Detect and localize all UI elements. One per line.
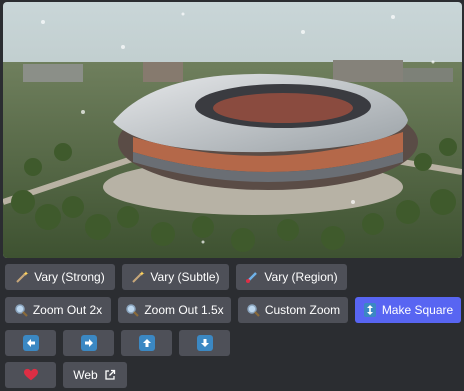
web-link-button[interactable]: Web xyxy=(63,362,127,388)
make-square-label: Make Square xyxy=(381,303,454,317)
pan-left-button[interactable] xyxy=(5,330,56,356)
vary-strong-button[interactable]: ✦ Vary (Strong) xyxy=(5,264,115,290)
vary-subtle-label: Vary (Subtle) xyxy=(150,270,220,284)
vary-buttons-row: ✦ Vary (Strong) ✦ Vary (Subtle) Vary (Re… xyxy=(5,264,347,290)
custom-zoom-label: Custom Zoom xyxy=(264,303,341,317)
heart-icon xyxy=(23,368,38,382)
stadium-render-image xyxy=(3,2,462,258)
zoom-out-2x-button[interactable]: Zoom Out 2x xyxy=(5,297,111,323)
vary-strong-label: Vary (Strong) xyxy=(34,270,105,284)
pan-down-button[interactable] xyxy=(179,330,230,356)
external-link-icon xyxy=(103,368,117,382)
up-down-arrow-icon xyxy=(363,303,377,317)
vary-region-label: Vary (Region) xyxy=(264,270,338,284)
paintbrush-icon xyxy=(245,270,259,284)
zoom-out-2x-label: Zoom Out 2x xyxy=(32,303,103,317)
magnifier-icon xyxy=(125,303,140,317)
pan-buttons-row xyxy=(5,330,230,356)
magnifier-icon xyxy=(14,303,28,317)
make-square-button[interactable]: Make Square xyxy=(355,297,461,323)
magnifier-icon xyxy=(246,303,260,317)
arrow-right-icon xyxy=(80,335,97,351)
zoom-out-1-5x-button[interactable]: Zoom Out 1.5x xyxy=(118,297,231,323)
magic-wand-icon: ✦ xyxy=(131,270,145,284)
pan-up-button[interactable] xyxy=(121,330,172,356)
magic-wand-icon: ✦ xyxy=(15,270,29,284)
favorite-button[interactable] xyxy=(5,362,56,388)
zoom-buttons-row: Zoom Out 2x Zoom Out 1.5x Custom Zoom Ma… xyxy=(5,297,461,323)
message-frame: ✦ Vary (Strong) ✦ Vary (Subtle) Vary (Re… xyxy=(0,0,464,391)
arrow-left-icon xyxy=(22,335,39,351)
svg-text:✦: ✦ xyxy=(23,270,29,278)
vary-subtle-button[interactable]: ✦ Vary (Subtle) xyxy=(122,264,229,290)
pan-right-button[interactable] xyxy=(63,330,114,356)
extra-buttons-row: Web xyxy=(5,362,127,388)
generated-image[interactable] xyxy=(3,2,462,258)
web-label: Web xyxy=(73,368,98,382)
vary-region-button[interactable]: Vary (Region) xyxy=(236,264,347,290)
zoom-out-1-5x-label: Zoom Out 1.5x xyxy=(144,303,224,317)
arrow-down-icon xyxy=(196,335,213,351)
custom-zoom-button[interactable]: Custom Zoom xyxy=(238,297,348,323)
arrow-up-icon xyxy=(138,335,155,351)
svg-text:✦: ✦ xyxy=(139,270,145,278)
